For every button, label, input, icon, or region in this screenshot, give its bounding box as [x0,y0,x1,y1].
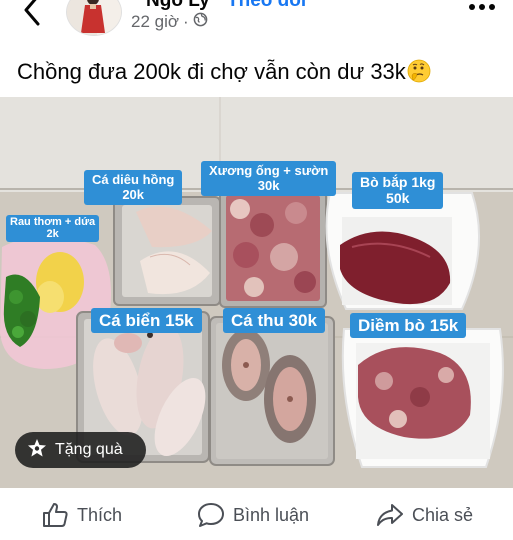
label-name: Xương ống + sườn [209,163,329,178]
comment-button[interactable]: Bình luận [197,490,309,540]
label-diem-bo: Diềm bò 15k [350,313,467,339]
comment-label: Bình luận [233,504,310,525]
separator-dot: · [183,12,189,31]
share-button[interactable]: Chia sẻ [376,490,473,540]
back-arrow-icon[interactable] [18,0,46,30]
label-rau-thom-dua: Rau thơm + dứa 2k [6,215,100,242]
label-ca-thu: Cá thu 30k [223,308,325,334]
label-price: 20k [122,186,145,202]
post-caption: Chồng đưa 200k đi chợ vẫn còn dư 33k [17,59,431,89]
label-name: Bò bắp 1kg [360,174,436,190]
post-header: Ngô Ly Theo dõi 22 giờ · [0,0,513,44]
market-food-photo [0,97,513,488]
label-name: Rau thơm + dứa [10,216,96,228]
globe-icon [193,12,208,32]
label-bo-bap: Bò bắp 1kg 50k [352,172,444,210]
share-label: Chia sẻ [412,504,474,525]
thinking-face-emoji [407,59,431,89]
gift-label: Tặng quà [55,441,123,458]
post-photo[interactable]: Rau thơm + dứa 2k Cá diêu hồng 20k Xương… [0,97,513,488]
gift-icon [27,438,47,463]
post-time: 22 giờ [131,12,180,31]
follow-link[interactable]: Theo dõi [227,0,306,12]
action-bar: Thích Bình luận Chia sẻ [0,490,513,540]
label-price: 2k [46,228,59,241]
post-meta: 22 giờ · [131,12,208,32]
label-name: Cá biển 15k [99,311,194,330]
label-price: 30k [257,177,280,193]
label-ca-dieu-hong: Cá diêu hồng 20k [84,170,183,206]
label-price: 50k [386,189,410,206]
avatar[interactable] [66,0,122,36]
label-xuong-ong-suon: Xương ống + sườn 30k [201,161,337,197]
comment-icon [197,502,225,528]
caption-text: Chồng đưa 200k đi chợ vẫn còn dư 33k [17,59,406,84]
gift-button[interactable]: Tặng quà [15,432,146,468]
thumbs-up-icon [42,502,69,528]
more-options-icon[interactable] [466,0,498,18]
label-name: Cá thu 30k [231,311,317,330]
label-ca-bien: Cá biển 15k [91,308,202,334]
share-arrow-icon [376,503,404,527]
like-label: Thích [77,504,123,525]
label-name: Diềm bò 15k [358,316,459,335]
like-button[interactable]: Thích [42,490,122,540]
author-name[interactable]: Ngô Ly [146,0,210,12]
label-name: Cá diêu hồng [92,172,175,187]
